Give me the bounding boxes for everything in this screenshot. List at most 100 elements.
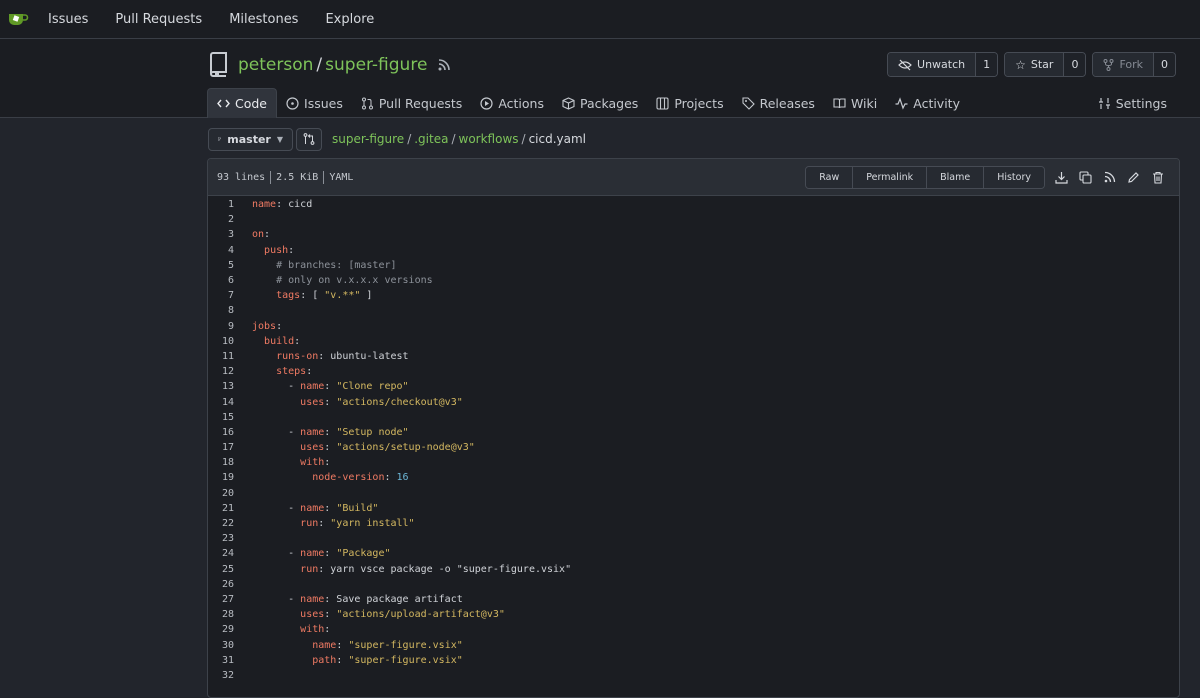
- line-number[interactable]: 20: [208, 488, 234, 499]
- tab-label: Projects: [674, 95, 724, 111]
- line-content: run: "yarn install": [300, 518, 415, 530]
- compare-button[interactable]: [296, 127, 322, 151]
- line-number[interactable]: 19: [208, 472, 234, 483]
- nav-issues[interactable]: Issues: [48, 8, 88, 31]
- history-button[interactable]: History: [983, 166, 1044, 188]
- line-number[interactable]: 27: [208, 594, 234, 605]
- edit-pencil-icon[interactable]: [1126, 170, 1141, 185]
- nav-pull-requests[interactable]: Pull Requests: [115, 8, 202, 31]
- line-number[interactable]: 17: [208, 442, 234, 453]
- line-number[interactable]: 4: [208, 245, 234, 256]
- unwatch-button[interactable]: Unwatch: [888, 53, 976, 76]
- star-count[interactable]: 0: [1063, 53, 1086, 76]
- rss-icon[interactable]: [437, 58, 451, 72]
- line-number[interactable]: 14: [208, 397, 234, 408]
- line-number[interactable]: 29: [208, 624, 234, 635]
- code-line: 30 name: "super-figure.vsix": [208, 637, 1179, 652]
- pulse-icon: [895, 96, 908, 110]
- line-number[interactable]: 9: [208, 321, 234, 332]
- star-group: ☆ Star 0: [1004, 52, 1087, 77]
- line-number[interactable]: 31: [208, 655, 234, 666]
- file-action-icons: [1054, 170, 1165, 185]
- blame-button[interactable]: Blame: [926, 166, 984, 188]
- tab-actions[interactable]: Actions: [471, 88, 553, 118]
- code-line: 31 path: "super-figure.vsix": [208, 653, 1179, 668]
- tab-label: Packages: [579, 95, 639, 111]
- line-number[interactable]: 13: [208, 381, 234, 392]
- raw-button[interactable]: Raw: [806, 166, 853, 188]
- line-number[interactable]: 25: [208, 564, 234, 575]
- fork-count[interactable]: 0: [1153, 53, 1175, 76]
- tab-releases[interactable]: Releases: [733, 88, 824, 118]
- code-line: 11 runs-on: ubuntu-latest: [208, 349, 1179, 364]
- line-content: node-version: 16: [312, 472, 409, 484]
- breadcrumb-root[interactable]: super-figure: [332, 132, 404, 146]
- tab-label: Settings: [1115, 95, 1167, 111]
- line-number[interactable]: 30: [208, 640, 234, 651]
- tab-projects[interactable]: Projects: [647, 88, 732, 118]
- breadcrumb-workflows[interactable]: workflows: [459, 132, 519, 146]
- tab-pull-requests[interactable]: Pull Requests: [352, 88, 471, 118]
- line-number[interactable]: 16: [208, 427, 234, 438]
- line-number[interactable]: 3: [208, 229, 234, 240]
- code-line: 25 run: yarn vsce package -o "super-figu…: [208, 562, 1179, 577]
- permalink-button[interactable]: Permalink: [852, 166, 927, 188]
- breadcrumb-gitea[interactable]: .gitea: [414, 132, 448, 146]
- tab-activity[interactable]: Activity: [886, 88, 969, 118]
- tab-label: Actions: [498, 95, 544, 111]
- nav-explore[interactable]: Explore: [325, 8, 374, 31]
- line-number[interactable]: 11: [208, 351, 234, 362]
- line-number[interactable]: 23: [208, 533, 234, 544]
- line-number[interactable]: 26: [208, 579, 234, 590]
- line-number[interactable]: 15: [208, 412, 234, 423]
- nav-milestones[interactable]: Milestones: [229, 8, 298, 31]
- code-line: 10 build:: [208, 334, 1179, 349]
- rss-feed-icon[interactable]: [1102, 170, 1117, 185]
- line-number[interactable]: 8: [208, 305, 234, 316]
- divider: [323, 170, 325, 184]
- branch-selector[interactable]: master ▼: [208, 127, 293, 151]
- line-number[interactable]: 28: [208, 609, 234, 620]
- repo-name-link[interactable]: super-figure: [325, 55, 427, 75]
- tab-settings[interactable]: Settings: [1089, 88, 1176, 118]
- line-content: build:: [264, 335, 301, 347]
- pull-request-icon: [361, 97, 373, 109]
- divider: [270, 170, 272, 184]
- line-number[interactable]: 7: [208, 290, 234, 301]
- tab-issues[interactable]: Issues: [277, 88, 352, 118]
- tab-wiki[interactable]: Wiki: [824, 88, 886, 118]
- download-icon[interactable]: [1054, 170, 1069, 185]
- watch-count[interactable]: 1: [975, 53, 998, 76]
- line-number[interactable]: 10: [208, 336, 234, 347]
- copy-icon[interactable]: [1078, 170, 1093, 185]
- line-number[interactable]: 18: [208, 457, 234, 468]
- file-view-buttons: Raw Permalink Blame History: [805, 165, 1045, 189]
- tab-label: Issues: [304, 95, 343, 111]
- line-number[interactable]: 22: [208, 518, 234, 529]
- line-content: - name: "Setup node": [252, 426, 409, 438]
- line-number[interactable]: 21: [208, 503, 234, 514]
- code-line: 4 push:: [208, 243, 1179, 258]
- line-number[interactable]: 2: [208, 214, 234, 225]
- gitea-logo-icon[interactable]: [7, 10, 29, 28]
- repo-owner-link[interactable]: peterson: [238, 55, 313, 75]
- line-content: steps:: [276, 366, 313, 378]
- line-content: - name: "Package": [252, 548, 391, 560]
- line-number[interactable]: 5: [208, 260, 234, 271]
- line-number[interactable]: 1: [208, 199, 234, 210]
- code-line: 24 - name: "Package": [208, 546, 1179, 561]
- tab-code[interactable]: Code: [207, 88, 278, 118]
- line-number[interactable]: 12: [208, 366, 234, 377]
- tab-packages[interactable]: Packages: [553, 88, 647, 118]
- code-line: 22 run: "yarn install": [208, 516, 1179, 531]
- line-number[interactable]: 6: [208, 275, 234, 286]
- line-content: # branches: [master]: [276, 259, 397, 271]
- file-size: 2.5 KiB: [276, 171, 319, 183]
- trash-icon[interactable]: [1150, 170, 1165, 185]
- package-icon: [562, 96, 575, 110]
- line-number[interactable]: 24: [208, 548, 234, 559]
- line-number[interactable]: 32: [208, 670, 234, 681]
- code-line: 21 - name: "Build": [208, 501, 1179, 516]
- star-button[interactable]: ☆ Star: [1005, 53, 1064, 76]
- fork-button[interactable]: Fork: [1093, 53, 1153, 76]
